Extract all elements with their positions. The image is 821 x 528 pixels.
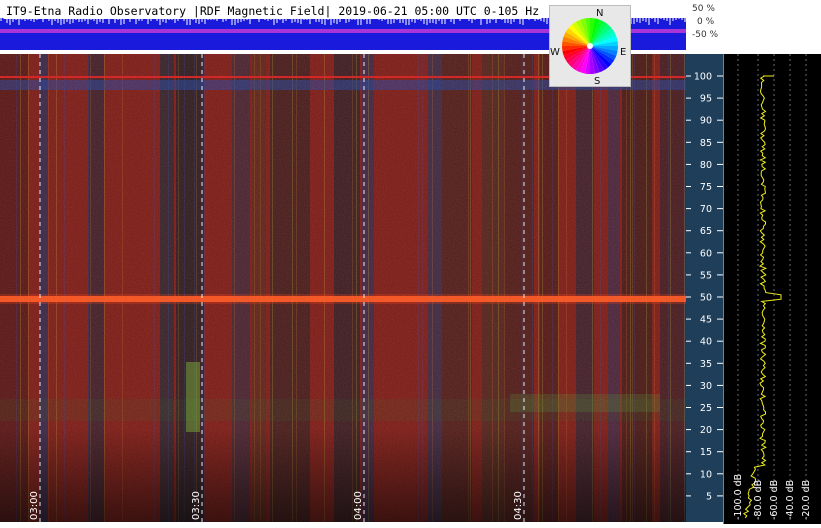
direction-compass: N S E W: [549, 5, 631, 87]
frequency-label: 45: [700, 315, 712, 326]
frequency-label: 40: [700, 337, 712, 348]
power-label: -60.0 dB: [769, 480, 780, 520]
frequency-label: 20: [700, 425, 712, 436]
spectrogram: 03:00 03:30 04:00 04:30: [0, 54, 686, 522]
power-spectrum-plot: -100.0 dB -80.0 dB -60.0 dB -40.0 dB -20.0 d…: [722, 54, 821, 524]
scale-label-top: 50 %: [692, 4, 715, 14]
frequency-label: 50: [700, 293, 712, 304]
time-label: 03:00: [29, 491, 40, 520]
frequency-label: 80: [700, 160, 712, 171]
frequency-label: 35: [700, 359, 712, 370]
scale-label-bottom: -50 %: [692, 30, 719, 40]
time-label: 03:30: [191, 491, 202, 520]
frequency-label: 10: [700, 469, 712, 480]
frequency-label: 55: [700, 270, 712, 281]
frequency-label: 85: [700, 138, 712, 149]
frequency-label: 15: [700, 447, 712, 458]
power-label: -20.0 dB: [801, 480, 812, 520]
time-label: 04:30: [513, 491, 524, 520]
frequency-label: 90: [700, 116, 712, 127]
amplitude-scale: 50 % 0 % -50 %: [686, 0, 724, 52]
frequency-label: 5: [706, 491, 712, 502]
frequency-label: 100: [694, 72, 712, 83]
frequency-label: 60: [700, 248, 712, 259]
frequency-label: 25: [700, 403, 712, 414]
frequency-label: 70: [700, 204, 712, 215]
power-label: -100.0 dB: [733, 474, 744, 520]
power-spectrum-panel: -100.0 dB -80.0 dB -60.0 dB -40.0 dB -20.0 d…: [722, 54, 821, 524]
spectrogram-canvas: 03:00 03:30 04:00 04:30: [0, 54, 686, 522]
compass-south: S: [594, 76, 600, 86]
compass-east: E: [620, 47, 626, 58]
frequency-label: 30: [700, 381, 712, 392]
scale-label-mid: 0 %: [697, 17, 715, 27]
frequency-label: 95: [700, 94, 712, 105]
compass-north: N: [596, 8, 603, 19]
chart-title: IT9-Etna Radio Observatory |RDF Magnetic…: [4, 4, 542, 19]
frequency-axis: 100 95 90 85 80 75 70 65 60 55 50 45 40 35 30 25 20 15 10 5: [686, 54, 723, 522]
frequency-label: 65: [700, 226, 712, 237]
power-label: -80.0 dB: [753, 480, 764, 520]
compass-wheel: N S E W: [550, 8, 626, 87]
time-label: 04:00: [353, 491, 364, 520]
frequency-label: 75: [700, 182, 712, 193]
frequency-axis-ticks: 100 95 90 85 80 75 70 65 60 55 50 45 40 35 30 25 20 15 10 5: [686, 72, 723, 502]
power-label: -40.0 dB: [785, 480, 796, 520]
compass-west: W: [550, 47, 560, 58]
